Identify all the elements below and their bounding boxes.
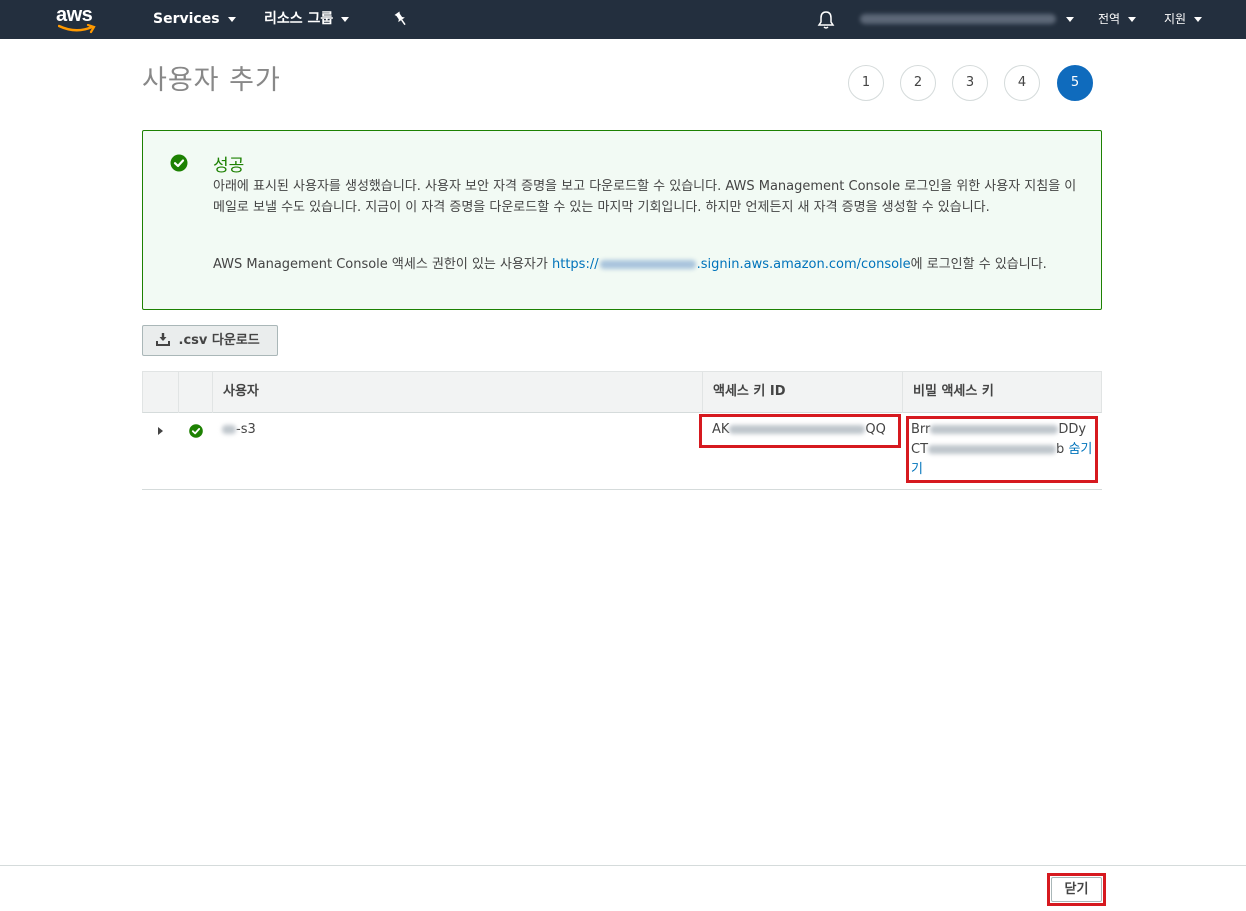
- step-3: 3: [952, 65, 988, 101]
- status-column-header: [179, 372, 213, 413]
- alert-title: 성공: [213, 156, 245, 176]
- access-key-highlight-box: [699, 414, 901, 448]
- download-icon: [156, 333, 170, 346]
- footer-divider: [0, 865, 1246, 866]
- step-1: 1: [848, 65, 884, 101]
- console-link-start: https://: [552, 257, 599, 272]
- aws-smile-icon: [58, 24, 96, 34]
- top-nav-bar: aws Services 리소스 그룹 전역 지원: [0, 0, 1246, 39]
- alert-message: 아래에 표시된 사용자를 생성했습니다. 사용자 보안 자격 증명을 보고 다운…: [213, 179, 1077, 215]
- support-label: 지원: [1164, 12, 1187, 26]
- chevron-down-icon: [227, 16, 236, 22]
- download-csv-label: .csv 다운로드: [178, 333, 260, 348]
- download-csv-button[interactable]: .csv 다운로드: [142, 325, 278, 356]
- user-name-suffix: -s3: [236, 422, 256, 437]
- resource-groups-menu[interactable]: 리소스 그룹: [264, 0, 350, 39]
- console-prefix: AWS Management Console 액세스 권한이 있는 사용자가: [213, 257, 548, 272]
- pin-icon[interactable]: [393, 11, 409, 27]
- secret-key-column-header: 비밀 액세스 키: [913, 384, 994, 399]
- services-label: Services: [153, 11, 220, 27]
- console-link-end: .signin.aws.amazon.com/console: [696, 257, 911, 272]
- page-title: 사용자 추가: [142, 65, 281, 96]
- redacted-user-prefix: [222, 425, 236, 434]
- chevron-down-icon: [1066, 16, 1074, 22]
- account-menu[interactable]: [860, 14, 1056, 24]
- step-5: 5: [1057, 65, 1093, 101]
- check-circle-icon: [189, 424, 203, 438]
- region-label: 전역: [1098, 12, 1121, 26]
- console-suffix: 에 로그인할 수 있습니다.: [910, 257, 1047, 272]
- region-menu[interactable]: 전역: [1098, 0, 1137, 39]
- user-name-cell: -s3: [222, 420, 256, 440]
- check-circle-icon: [170, 154, 188, 172]
- user-column-header: 사용자: [213, 372, 703, 413]
- secret-key-highlight-box: [906, 416, 1098, 483]
- bell-icon[interactable]: [817, 10, 835, 30]
- console-signin-link[interactable]: https:// .signin.aws.amazon.com/console: [552, 257, 911, 272]
- aws-logo[interactable]: aws: [56, 4, 100, 34]
- chevron-down-icon: [1128, 17, 1137, 22]
- step-2: 2: [900, 65, 936, 101]
- success-alert: 성공 아래에 표시된 사용자를 생성했습니다. 사용자 보안 자격 증명을 보고…: [142, 130, 1102, 310]
- support-menu[interactable]: 지원: [1164, 0, 1203, 39]
- expand-column-header: [143, 372, 179, 413]
- console-login-text: AWS Management Console 액세스 권한이 있는 사용자가 h…: [213, 254, 1093, 275]
- access-key-column-header: 액세스 키 ID: [703, 372, 903, 413]
- services-menu[interactable]: Services: [153, 0, 236, 39]
- step-4: 4: [1004, 65, 1040, 101]
- chevron-down-icon: [341, 16, 350, 22]
- table-header: 사용자 액세스 키 ID 비밀 액세스 키: [142, 371, 1102, 413]
- redacted-account-id: [599, 260, 696, 269]
- close-button-highlight-box: [1047, 873, 1106, 906]
- expand-row-icon[interactable]: [158, 427, 163, 435]
- account-dropdown[interactable]: [1058, 0, 1074, 39]
- chevron-down-icon: [1194, 17, 1203, 22]
- resource-groups-label: 리소스 그룹: [264, 11, 334, 27]
